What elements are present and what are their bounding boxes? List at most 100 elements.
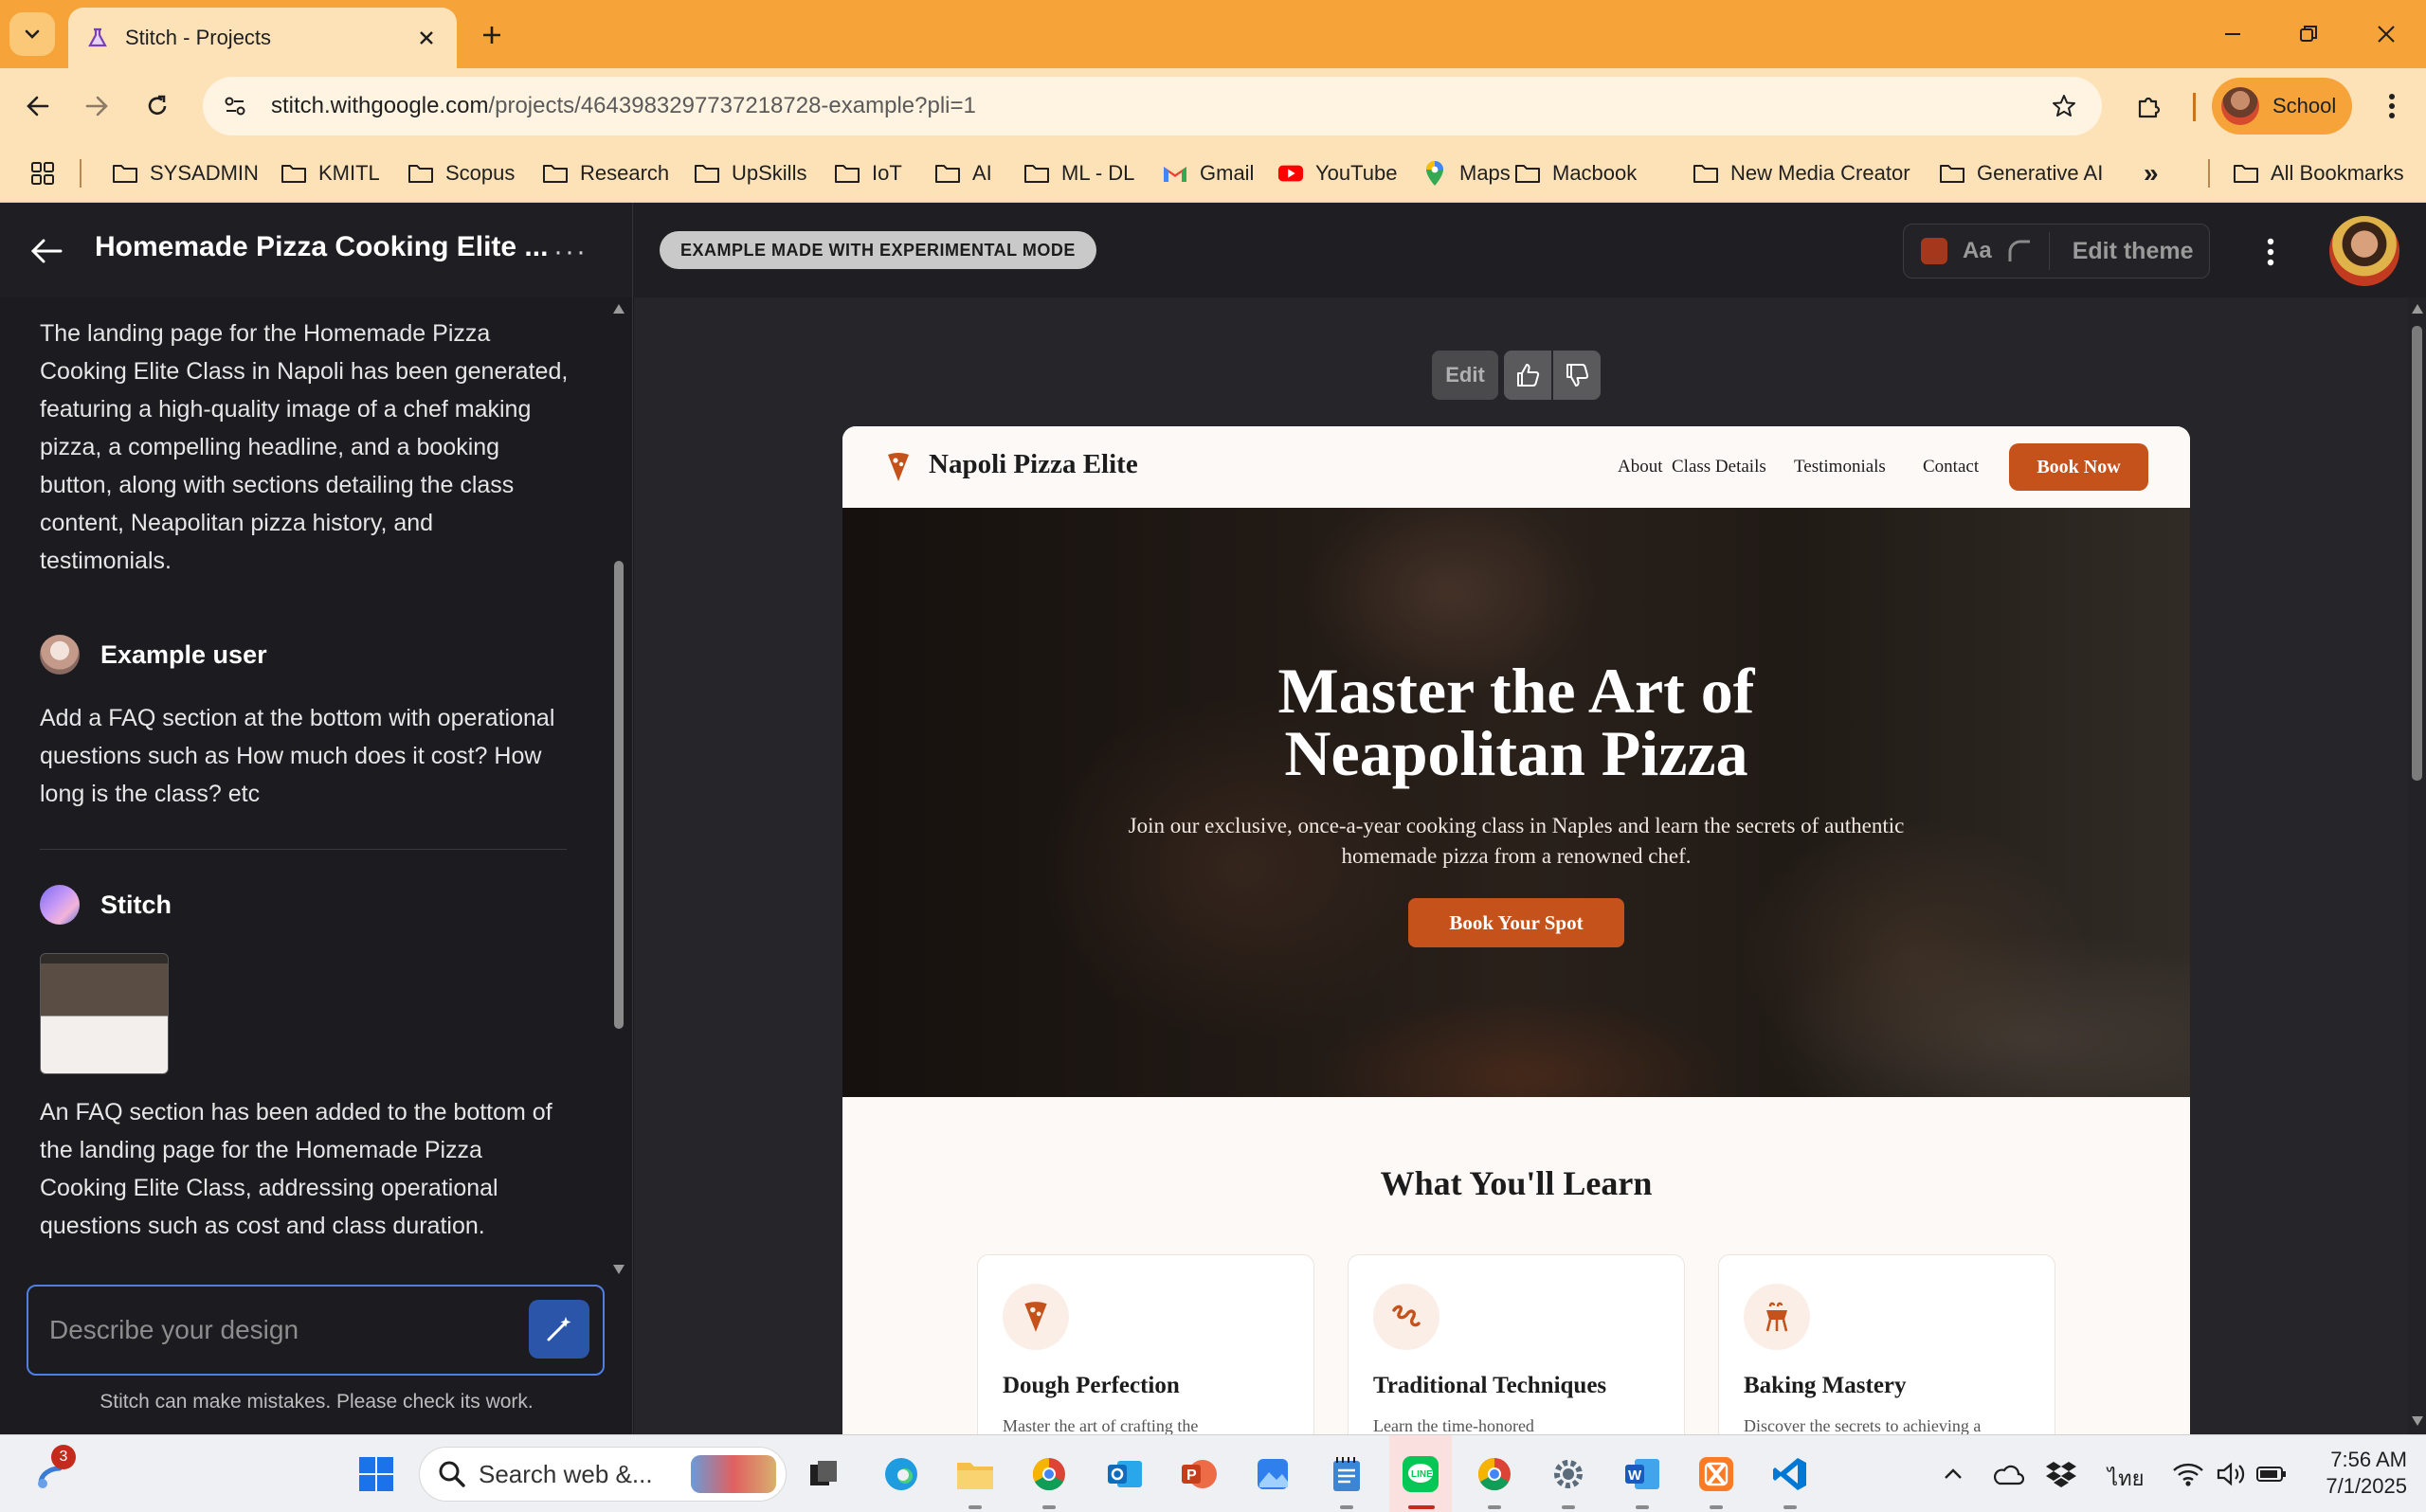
outlook-icon[interactable] — [1099, 1449, 1150, 1500]
minimize-window-icon[interactable] — [2214, 15, 2252, 53]
profile-label: School — [2272, 94, 2337, 117]
bookmark-macbook[interactable]: Macbook — [1514, 155, 1637, 191]
bookmark-new-media-creator[interactable]: New Media Creator — [1693, 155, 1910, 191]
photos-app-icon[interactable] — [1247, 1449, 1298, 1500]
generate-wand-button[interactable] — [529, 1300, 589, 1359]
user-avatar[interactable] — [2329, 216, 2399, 286]
svg-text:P: P — [1186, 1467, 1197, 1484]
bookmark-star-icon[interactable] — [2045, 87, 2083, 125]
toolbar-separator — [2193, 93, 2196, 121]
settings-gear-icon[interactable] — [1543, 1449, 1594, 1500]
card-title: Traditional Techniques — [1373, 1373, 1607, 1398]
thumbs-up-icon[interactable] — [1504, 351, 1551, 400]
design-canvas[interactable]: Edit Napoli Pizza Elite About Class Deta… — [634, 297, 2408, 1434]
canvas-scroll-up-icon[interactable] — [2411, 303, 2424, 315]
scroll-down-arrow-icon[interactable] — [612, 1264, 625, 1275]
profile-chip[interactable]: School — [2212, 78, 2352, 135]
profile-avatar — [2221, 87, 2259, 125]
scroll-up-arrow-icon[interactable] — [612, 303, 625, 315]
bookmark-generative-ai[interactable]: Generative AI — [1939, 155, 2103, 191]
preview-nav-testimonials[interactable]: Testimonials — [1794, 457, 1886, 477]
word-icon[interactable]: W — [1617, 1449, 1668, 1500]
bookmark-upskills[interactable]: UpSkills — [694, 155, 806, 191]
tray-chevron-up-icon[interactable] — [1928, 1449, 1979, 1500]
preview-book-spot-button[interactable]: Book Your Spot — [1408, 898, 1624, 947]
preview-nav-class-details[interactable]: Class Details — [1672, 457, 1766, 477]
bookmark-maps[interactable]: Maps — [1421, 155, 1511, 191]
system-clock[interactable]: 7:56 AM 7/1/2025 — [2293, 1447, 2407, 1500]
bookmark-sysadmin[interactable]: SYSADMIN — [112, 155, 259, 191]
canvas-scrollbar[interactable] — [2408, 297, 2426, 1434]
preview-nav-about[interactable]: About — [1618, 457, 1663, 477]
input-language-indicator[interactable]: ไทย — [2108, 1462, 2144, 1495]
thumbs-down-icon[interactable] — [1553, 351, 1601, 400]
back-to-projects-icon[interactable] — [25, 229, 68, 273]
landing-page-preview[interactable]: Napoli Pizza Elite About Class Details T… — [842, 426, 2190, 1434]
edit-design-button[interactable]: Edit — [1432, 351, 1498, 400]
bookmark-iot[interactable]: IoT — [834, 155, 902, 191]
back-arrow-icon[interactable] — [17, 85, 59, 127]
corner-radius-icon[interactable] — [2005, 237, 2034, 265]
theme-controls[interactable]: Aa Edit theme — [1903, 224, 2210, 279]
onedrive-cloud-icon[interactable] — [1982, 1449, 2034, 1500]
bookmarks-overflow-chevron-icon[interactable]: » — [2144, 155, 2159, 191]
hero-title-line-2: Neapolitan Pizza — [1284, 717, 1748, 789]
chrome-menu-kebab-icon[interactable] — [2371, 85, 2413, 127]
bookmark-scopus[interactable]: Scopus — [407, 155, 515, 191]
vscode-icon[interactable] — [1765, 1449, 1816, 1500]
prompt-input-box[interactable] — [27, 1285, 605, 1376]
bookmark-kmitl[interactable]: KMITL — [281, 155, 380, 191]
powerpoint-icon[interactable]: P — [1173, 1449, 1224, 1500]
browser-tab-active[interactable]: Stitch - Projects — [68, 8, 457, 68]
new-tab-plus-icon[interactable] — [474, 17, 510, 53]
preview-section-title: What You'll Learn — [1380, 1164, 1653, 1202]
app-menu-kebab-icon[interactable] — [2250, 231, 2291, 273]
apps-grid-icon[interactable] — [27, 157, 59, 189]
xampp-icon[interactable] — [1691, 1449, 1742, 1500]
technique-icon — [1373, 1284, 1439, 1350]
canvas-scroll-thumb[interactable] — [2412, 326, 2422, 781]
chat-scrollbar[interactable] — [610, 297, 627, 1283]
windows-start-icon[interactable] — [351, 1449, 402, 1500]
reload-icon[interactable] — [136, 85, 178, 127]
task-view-icon[interactable] — [798, 1449, 849, 1500]
preview-nav-contact[interactable]: Contact — [1923, 457, 1979, 477]
user-avatar-small — [40, 635, 80, 675]
restore-window-icon[interactable] — [2290, 15, 2327, 53]
file-explorer-icon[interactable] — [950, 1449, 1001, 1500]
tab-search-dropdown-icon[interactable] — [9, 12, 55, 56]
extensions-puzzle-icon[interactable] — [2128, 85, 2170, 127]
canvas-scroll-down-icon[interactable] — [2411, 1415, 2424, 1427]
forward-arrow-icon[interactable] — [76, 85, 118, 127]
design-thumbnail[interactable] — [40, 953, 169, 1074]
bookmark-research[interactable]: Research — [542, 155, 669, 191]
battery-icon[interactable] — [2246, 1449, 2297, 1500]
assistant-message-2: An FAQ section has been added to the bot… — [40, 1099, 552, 1239]
close-window-icon[interactable] — [2367, 15, 2405, 53]
preview-book-now-button[interactable]: Book Now — [2009, 443, 2148, 491]
describe-design-input[interactable] — [49, 1309, 523, 1351]
stitch-avatar — [40, 885, 80, 925]
bookmark-label: Gmail — [1200, 161, 1255, 185]
chrome-profile-icon[interactable] — [1023, 1449, 1075, 1500]
dropbox-icon[interactable] — [2036, 1449, 2087, 1500]
theme-color-swatch[interactable] — [1921, 238, 1947, 264]
bookmark-ml-dl[interactable]: ML - DL — [1023, 155, 1134, 191]
line-app-icon[interactable]: LINE — [1395, 1449, 1446, 1500]
tab-close-icon[interactable] — [413, 25, 440, 51]
font-setting[interactable]: Aa — [1963, 238, 1992, 264]
chrome-icon[interactable] — [1469, 1449, 1520, 1500]
edit-theme-button[interactable]: Edit theme — [2073, 238, 2194, 265]
project-more-icon[interactable]: ··· — [550, 233, 591, 271]
notepad-icon[interactable] — [1321, 1449, 1372, 1500]
chat-scroll-thumb[interactable] — [614, 561, 624, 1029]
bookmark-ai[interactable]: AI — [934, 155, 992, 191]
taskbar-search[interactable]: Search web &... — [419, 1447, 787, 1502]
all-bookmarks-folder[interactable]: All Bookmarks — [2233, 155, 2404, 191]
address-bar[interactable]: stitch.withgoogle.com/projects/464398329… — [203, 77, 2102, 135]
bookmark-gmail[interactable]: Gmail — [1162, 155, 1254, 191]
preview-hero: Master the Art of Neapolitan Pizza Join … — [842, 508, 2190, 1097]
site-settings-icon[interactable] — [216, 87, 254, 125]
bookmark-youtube[interactable]: YouTube — [1277, 155, 1397, 191]
edge-icon[interactable] — [876, 1449, 927, 1500]
